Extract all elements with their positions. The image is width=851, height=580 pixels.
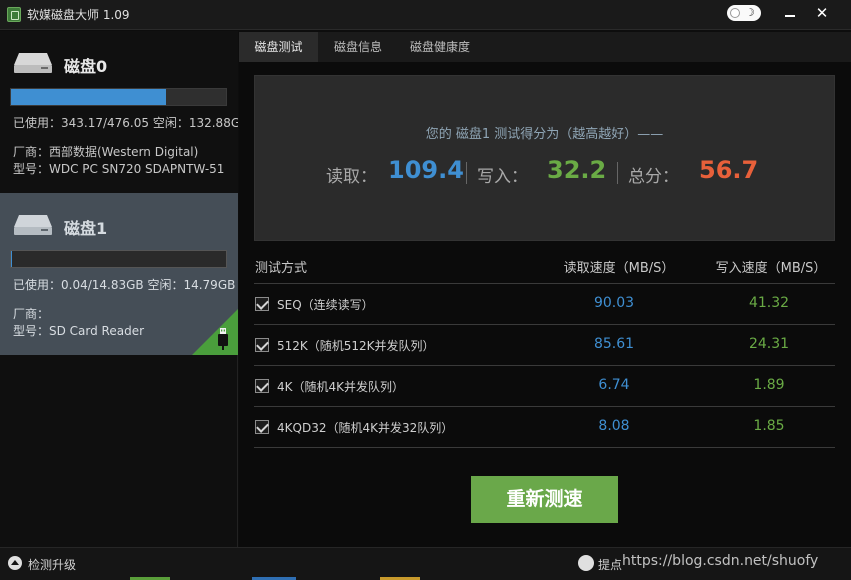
- disk-vendor: 厂商：西部数据(Western Digital): [13, 145, 199, 159]
- disk-usage-fill: [11, 251, 12, 267]
- read-score-label: 读取：: [326, 167, 377, 187]
- write-speed-value: 1.89: [753, 377, 785, 393]
- minimize-button[interactable]: [779, 4, 803, 24]
- read-score-value: 109.4: [388, 156, 464, 184]
- table-row: 4K（随机4K并发队列） 6.74 1.89: [254, 366, 835, 406]
- write-speed-value: 41.32: [748, 295, 790, 311]
- tip-icon: [578, 555, 594, 571]
- 4kqd32-checkbox[interactable]: [255, 420, 269, 434]
- hard-drive-icon: [14, 215, 52, 235]
- column-header-write-speed: 写入速度（MB/S）: [715, 261, 827, 276]
- table-row: SEQ（连续读写） 90.03 41.32: [254, 284, 835, 324]
- tab-bar: 磁盘测试 磁盘信息 磁盘健康度: [239, 32, 851, 62]
- table-row: 512K（随机512K并发队列） 85.61 24.31: [254, 325, 835, 365]
- read-speed-value: 85.61: [593, 336, 635, 352]
- disk-usage-text: 已使用：343.17/476.05 空闲：132.88GB: [13, 116, 238, 130]
- sun-icon: [730, 8, 740, 18]
- score-panel: 您的 磁盘1 测试得分为（越高越好）—— 读取： 109.4 写入： 32.2 …: [254, 75, 835, 241]
- 4k-checkbox[interactable]: [255, 379, 269, 393]
- write-score-label: 写入：: [477, 167, 528, 187]
- score-divider: [617, 162, 618, 184]
- test-method-label: 4K（随机4K并发队列）: [277, 380, 405, 394]
- moon-icon: ☽: [745, 6, 755, 19]
- score-description: 您的 磁盘1 测试得分为（越高越好）——: [425, 127, 664, 142]
- disk-name: 磁盘0: [64, 57, 108, 76]
- test-method-label: 512K（随机512K并发队列）: [277, 339, 435, 353]
- theme-toggle[interactable]: ☽: [727, 5, 761, 21]
- table-divider: [254, 447, 835, 448]
- read-speed-value: 90.03: [593, 295, 635, 311]
- column-header-method: 测试方式: [255, 261, 308, 276]
- selected-corner-badge: [192, 309, 238, 355]
- disk-usage-fill: [11, 89, 166, 105]
- disk-0-card[interactable]: 磁盘0 已使用：343.17/476.05 空闲：132.88GB 厂商：西部数…: [0, 31, 238, 193]
- retest-button[interactable]: 重新测速: [471, 476, 618, 523]
- table-row: 4KQD32（随机4K并发32队列） 8.08 1.85: [254, 407, 835, 447]
- total-score-value: 56.7: [699, 156, 759, 184]
- score-divider: [466, 162, 467, 184]
- disk-model: 型号：WDC PC SN720 SDAPNTW-512G-1006: [13, 162, 225, 176]
- test-method-label: SEQ（连续读写）: [277, 298, 374, 312]
- read-speed-value: 6.74: [598, 377, 630, 393]
- status-bar: 检测升级 提点 https://blog.csdn.net/shuofy: [0, 547, 851, 580]
- disk-name: 磁盘1: [64, 219, 108, 238]
- disk-1-card[interactable]: 磁盘1 已使用：0.04/14.83GB 空闲：14.79GB 厂商： 型号：S…: [0, 193, 238, 355]
- disk-sidebar: 磁盘0 已使用：343.17/476.05 空闲：132.88GB 厂商：西部数…: [0, 31, 238, 547]
- hard-drive-icon: [14, 53, 52, 73]
- 512k-checkbox[interactable]: [255, 338, 269, 352]
- read-speed-value: 8.08: [598, 418, 630, 434]
- write-score-value: 32.2: [547, 156, 607, 184]
- watermark: https://blog.csdn.net/shuofy: [622, 553, 819, 569]
- write-speed-value: 1.85: [753, 418, 785, 434]
- usb-icon: [218, 328, 228, 350]
- disk-usage-bar: [10, 250, 227, 268]
- upgrade-icon[interactable]: [8, 556, 22, 570]
- write-speed-value: 24.31: [748, 336, 790, 352]
- window-title: 软媒磁盘大师 1.09: [27, 8, 130, 22]
- disk-usage-text: 已使用：0.04/14.83GB 空闲：14.79GB: [13, 278, 236, 292]
- tab-disk-info[interactable]: 磁盘信息: [318, 32, 398, 62]
- tip-text: 提点: [598, 558, 623, 572]
- check-update-link[interactable]: 检测升级: [28, 556, 76, 573]
- column-header-read-speed: 读取速度（MB/S）: [563, 261, 675, 276]
- disk-usage-bar: [10, 88, 227, 106]
- tab-disk-test[interactable]: 磁盘测试: [239, 32, 318, 62]
- seq-checkbox[interactable]: [255, 297, 269, 311]
- close-button[interactable]: ✕: [810, 2, 834, 24]
- tab-disk-health[interactable]: 磁盘健康度: [398, 32, 482, 62]
- total-score-label: 总分：: [628, 167, 679, 187]
- score-row: 读取： 109.4 写入： 32.2 总分： 56.7: [255, 156, 834, 190]
- title-bar: 软媒磁盘大师 1.09 ☽ ✕: [0, 0, 851, 30]
- test-method-label: 4KQD32（随机4K并发32队列）: [277, 421, 454, 435]
- app-logo-icon: [7, 7, 21, 22]
